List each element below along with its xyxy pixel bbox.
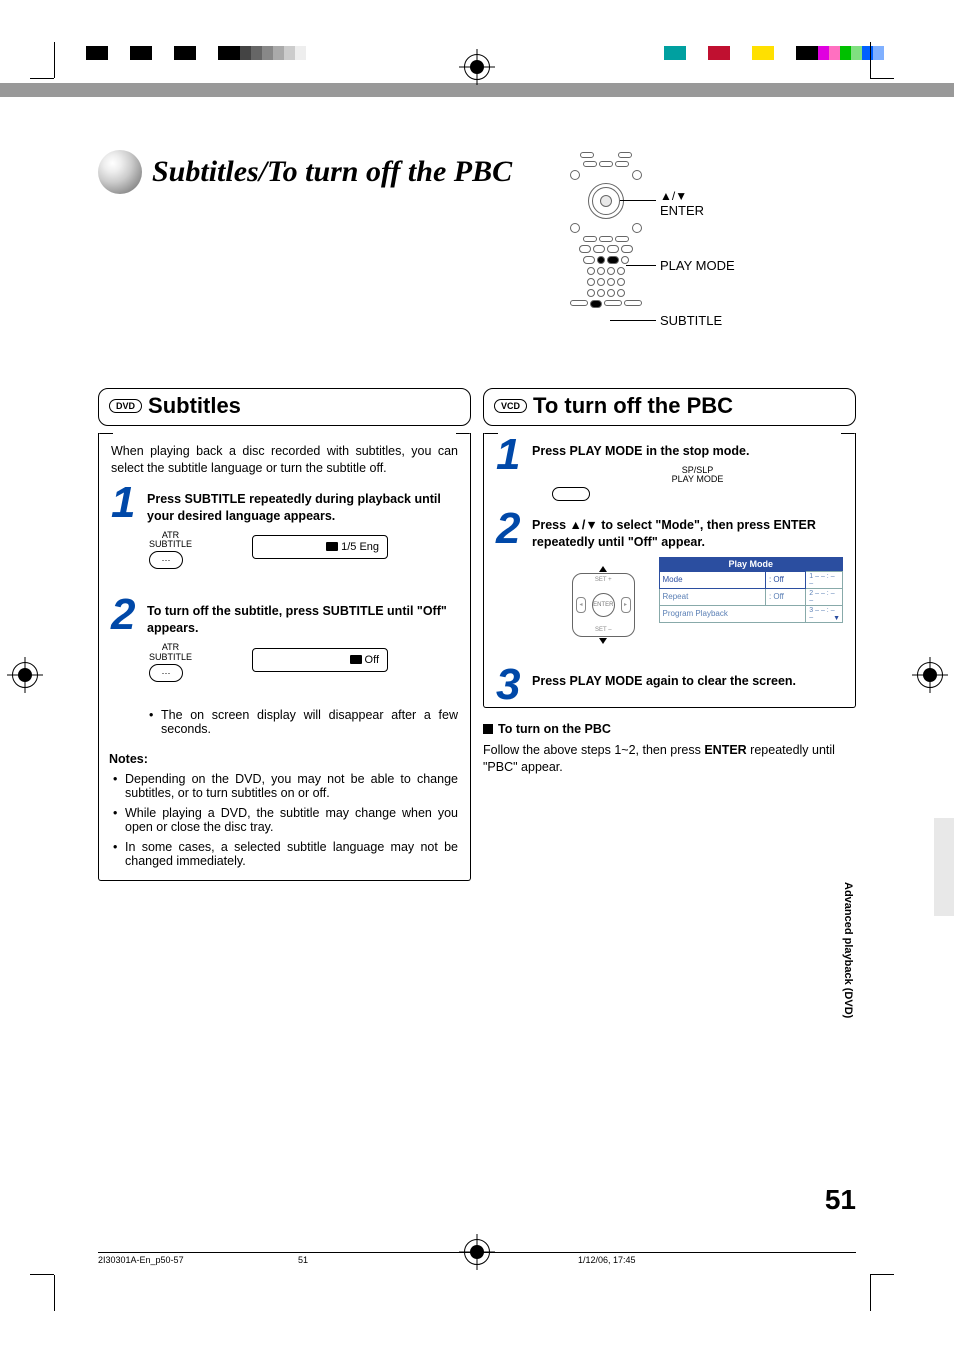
crop-mark	[870, 42, 871, 78]
step-1: 1 Press SUBTITLE repeatedly during playb…	[111, 491, 458, 570]
crop-mark	[30, 1274, 54, 1275]
step-number-icon: 1	[496, 433, 520, 477]
crop-mark	[54, 42, 55, 78]
section-title: Subtitles	[148, 393, 241, 419]
section-subtitles: DVD Subtitles When playing back a disc r…	[98, 240, 471, 881]
step-note: The on screen display will disappear aft…	[147, 708, 458, 736]
sphere-icon	[98, 150, 142, 194]
playmode-button-icon: SP/SLPPLAY MODE	[552, 466, 843, 501]
crop-mark	[870, 78, 894, 79]
crop-mark	[30, 78, 54, 79]
section-title: To turn off the PBC	[533, 393, 733, 419]
side-tab-label: Advanced playback (DVD)	[842, 882, 854, 1018]
remote-label-playmode: PLAY MODE	[660, 258, 735, 273]
step-text: Press ▲/▼ to select "Mode", then press E…	[532, 517, 843, 551]
registration-mark-icon	[917, 662, 943, 688]
section-pbc: VCD To turn off the PBC 1 Press PLAY MOD…	[483, 240, 856, 881]
print-graybar	[0, 83, 954, 97]
note-item: In some cases, a selected subtitle langu…	[111, 840, 458, 868]
step-1: 1 Press PLAY MODE in the stop mode. SP/S…	[496, 443, 843, 501]
dvd-badge-icon: DVD	[109, 399, 142, 413]
step-2: 2 To turn off the subtitle, press SUBTIT…	[111, 603, 458, 736]
crop-mark	[870, 1274, 894, 1275]
note-item: While playing a DVD, the subtitle may ch…	[111, 806, 458, 834]
registration-mark-icon	[12, 662, 38, 688]
crop-mark	[870, 1275, 871, 1311]
turn-on-pbc-text: Follow the above steps 1~2, then press E…	[483, 742, 856, 776]
page-number: 51	[825, 1184, 856, 1216]
turn-on-pbc-header: To turn on the PBC	[483, 722, 856, 736]
print-footer: 2I30301A-En_p50-57 51 1/12/06, 17:45	[98, 1252, 856, 1265]
vcd-badge-icon: VCD	[494, 399, 527, 413]
registration-mark-icon	[464, 54, 490, 80]
note-item: Depending on the DVD, you may not be abl…	[111, 772, 458, 800]
page-title: Subtitles/To turn off the PBC	[152, 155, 512, 189]
playmode-menu-osd: Play Mode Mode: Off1 – – : – – Repeat: O…	[659, 557, 844, 623]
side-tab-accent	[934, 818, 954, 916]
remote-label-enter: ▲/▼ENTER	[660, 188, 704, 218]
remote-label-subtitle: SUBTITLE	[660, 313, 722, 328]
notes-header: Notes:	[109, 752, 458, 766]
dpad-icon: SET + ◂ ENTER ▸ SET –	[564, 565, 643, 645]
step-number-icon: 2	[496, 507, 520, 551]
step-2: 2 Press ▲/▼ to select "Mode", then press…	[496, 517, 843, 645]
step-number-icon: 2	[111, 593, 135, 637]
subtitle-button-icon: ATRSUBTITLE ⋯	[149, 643, 192, 682]
section-header: DVD Subtitles	[98, 388, 471, 426]
step-number-icon: 1	[111, 481, 135, 525]
subtitle-button-icon: ATRSUBTITLE ⋯	[149, 531, 192, 570]
section-header: VCD To turn off the PBC	[483, 388, 856, 426]
step-number-icon: 3	[496, 663, 520, 707]
osd-display: 1/5 Eng	[252, 535, 388, 559]
intro-text: When playing back a disc recorded with s…	[111, 443, 458, 477]
step-3: 3 Press PLAY MODE again to clear the scr…	[496, 673, 843, 690]
crop-mark	[54, 1275, 55, 1311]
osd-display: Off	[252, 648, 388, 672]
remote-diagram: ▲/▼ENTER PLAY MODE SUBTITLE	[566, 152, 826, 332]
